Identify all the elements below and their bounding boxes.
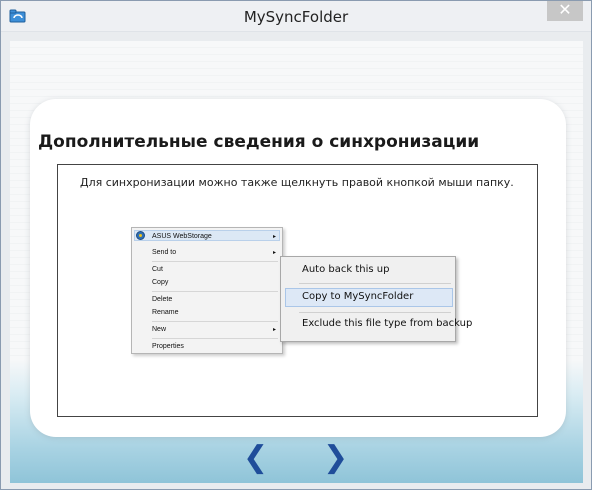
asus-webstorage-icon [136, 231, 145, 240]
context-menu-item: New [152, 326, 167, 333]
menu-separator [299, 312, 451, 313]
menu-separator [152, 338, 278, 339]
menu-separator [152, 321, 278, 322]
client-area: Дополнительные сведения о синхронизации … [10, 41, 583, 483]
submenu-arrow-icon: ▸ [272, 327, 276, 333]
menu-separator [152, 261, 278, 262]
context-menu-item: Copy [152, 279, 169, 286]
context-menu-item: Cut [152, 266, 163, 273]
close-button[interactable]: ✕ [547, 1, 583, 21]
submenu-item: Auto back this up [302, 264, 390, 275]
menu-separator [299, 283, 451, 284]
app-window: MySyncFolder ✕ Дополнительные сведения о… [0, 0, 592, 490]
context-menu-item: Rename [152, 309, 179, 316]
next-button[interactable]: ❯ [323, 443, 348, 473]
context-menu-illustration: ASUS WebStorage ▸ Send to ▸ Cut Copy Del… [131, 227, 283, 354]
submenu-arrow-icon: ▸ [272, 250, 276, 256]
menu-separator [152, 291, 278, 292]
submenu-arrow-icon: ▸ [272, 234, 276, 240]
previous-button[interactable]: ❮ [243, 443, 268, 473]
title-bar[interactable]: MySyncFolder ✕ [1, 1, 591, 32]
context-menu-item: Send to [152, 249, 177, 256]
submenu-item: Exclude this file type from backup [302, 318, 473, 329]
context-menu-item: Properties [152, 343, 184, 350]
context-menu-item: ASUS WebStorage [152, 233, 212, 240]
window-title: MySyncFolder [243, 8, 349, 26]
context-menu-item: Delete [152, 296, 173, 303]
submenu-illustration: Auto back this up Copy to MySyncFolder E… [280, 256, 472, 342]
instruction-text: Для синхронизации можно также щелкнуть п… [80, 176, 514, 189]
submenu-item-highlighted: Copy to MySyncFolder [302, 291, 414, 302]
page-heading: Дополнительные сведения о синхронизации [38, 132, 480, 152]
illustration-frame: Для синхронизации можно также щелкнуть п… [57, 164, 538, 417]
